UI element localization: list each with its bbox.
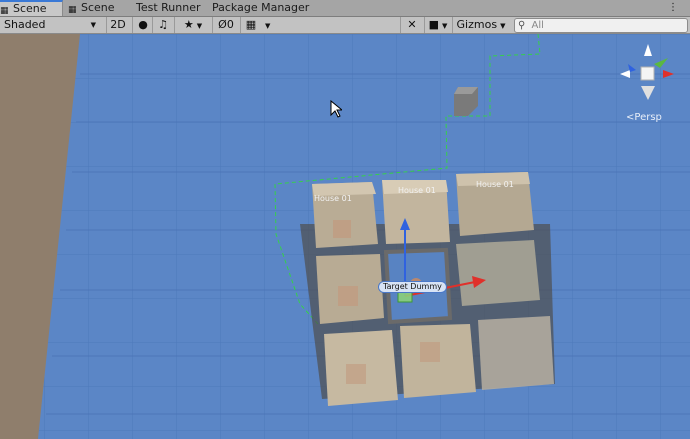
- tools-icon[interactable]: ✕: [400, 17, 423, 33]
- house-label: House 01: [314, 194, 352, 203]
- effects-dropdown-icon[interactable]: ★ ▼: [174, 17, 211, 33]
- chevron-down-icon: ▼: [90, 21, 96, 29]
- search-placeholder: All: [531, 20, 544, 31]
- tab-bar: ▦ Scene ▦ Scene Test Runner Package Manage…: [0, 0, 690, 17]
- tab-label: Test Runner: [136, 1, 201, 14]
- tab-label: Scene: [13, 2, 47, 15]
- grid-toggle-icon[interactable]: ▦: [240, 17, 261, 33]
- grid-icon: ▦: [68, 5, 77, 15]
- draw-mode-dropdown[interactable]: Shaded ▼: [4, 17, 100, 33]
- house-block: [324, 330, 398, 406]
- tab-label: Package Manager: [212, 1, 310, 14]
- camera-dropdown-icon[interactable]: ■ ▼: [424, 17, 451, 33]
- grid-dropdown-arrow[interactable]: ▼: [262, 17, 274, 33]
- gizmos-dropdown[interactable]: Gizmos ▼: [452, 17, 509, 33]
- house-label: House 01: [476, 180, 514, 189]
- projection-label: Persp: [634, 112, 662, 123]
- tab-scene[interactable]: ▦ Scene: [68, 0, 124, 16]
- tab-package-manager[interactable]: Package Manager: [212, 0, 312, 16]
- hidden-objects-toggle[interactable]: Ø0: [212, 17, 239, 33]
- scene-viewport[interactable]: House 01 House 01 House 01 Target Dummy …: [0, 34, 690, 439]
- search-icon: ⚲: [518, 20, 526, 31]
- mouse-cursor-icon: [330, 100, 342, 118]
- eye-slash-icon: Ø: [218, 18, 227, 31]
- gizmos-label: Gizmos: [456, 18, 498, 31]
- house-block: [312, 182, 378, 248]
- house-block: [456, 240, 540, 306]
- chevron-down-icon: ▼: [500, 22, 506, 30]
- house-block: [478, 316, 554, 390]
- 2d-toggle-button[interactable]: 2D: [106, 17, 129, 33]
- projection-toggle[interactable]: <Persp: [626, 112, 662, 123]
- scene-toolbar: Shaded ▼ 2D ● ♫ ★ ▼ Ø0 ▦ ▼ ✕ ■ ▼ Gizmos ▼ ⚲…: [0, 17, 690, 34]
- scene-search-input[interactable]: ⚲ All: [514, 18, 688, 33]
- tab-test-runner[interactable]: Test Runner: [136, 0, 202, 16]
- house-block: [400, 324, 476, 398]
- tab-scene-active[interactable]: ▦ Scene: [0, 0, 63, 16]
- scene-canvas[interactable]: [0, 34, 690, 439]
- tab-label: Scene: [81, 1, 115, 14]
- house-block: [316, 254, 384, 324]
- draw-mode-label: Shaded: [4, 18, 46, 31]
- audio-toggle-icon[interactable]: ♫: [152, 17, 173, 33]
- selected-object-label[interactable]: Target Dummy: [378, 281, 447, 293]
- house-label: House 01: [398, 186, 436, 195]
- kebab-menu-icon[interactable]: ⋮: [668, 0, 688, 16]
- hidden-count: 0: [226, 18, 234, 31]
- grid-icon: ▦: [0, 6, 9, 16]
- lighting-toggle-icon[interactable]: ●: [132, 17, 153, 33]
